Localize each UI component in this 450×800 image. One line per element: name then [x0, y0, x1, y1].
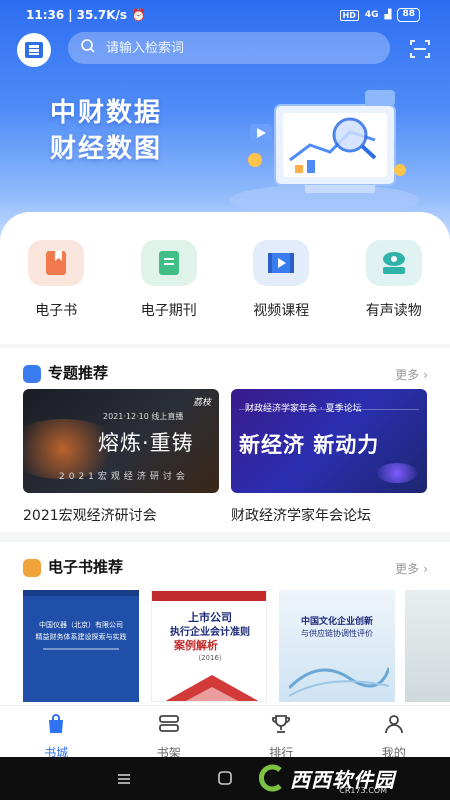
- hd-icon: HD: [339, 9, 359, 21]
- category-label: 有声读物: [365, 303, 422, 319]
- ebook-cover[interactable]: [405, 590, 450, 702]
- banner-title[interactable]: 中财数据 财经数图: [50, 95, 162, 167]
- ebooks-title: 电子书推荐: [48, 558, 124, 576]
- search-icon: [80, 38, 96, 58]
- category-label: 电子书: [35, 303, 78, 319]
- tab-bookshelf[interactable]: 书架: [113, 706, 226, 760]
- journal-icon: [140, 240, 197, 286]
- watermark: 西西软件园 CR173.COM: [258, 760, 395, 796]
- category-grid: 电子书 电子期刊 视频课程 有声读物: [0, 240, 450, 320]
- bag-icon: [44, 712, 68, 740]
- signal-icon: ▟: [384, 10, 392, 20]
- watermark-logo-icon: [259, 764, 282, 792]
- trophy-icon: [269, 712, 293, 740]
- audio-icon: [365, 240, 422, 286]
- category-label: 电子期刊: [140, 303, 197, 319]
- alarm-icon: ⏰: [131, 8, 146, 22]
- tab-bookstore[interactable]: 书城: [0, 706, 113, 760]
- status-time: 11:36: [26, 8, 65, 22]
- chevron-right-icon: ›: [423, 367, 428, 382]
- user-icon: [382, 712, 406, 740]
- ebooks-more-link[interactable]: 更多 ›: [395, 560, 428, 577]
- network-label: 4G: [364, 10, 379, 20]
- topics-more-link[interactable]: 更多 ›: [395, 366, 428, 383]
- tab-ranking[interactable]: 排行: [225, 706, 338, 760]
- topic-card-title: 2021宏观经济研讨会: [23, 508, 157, 524]
- category-label: 视频课程: [253, 303, 310, 319]
- menu-nav-icon[interactable]: [117, 771, 131, 790]
- topic-card-image: 荔枝 2021·12·10 线上直播 熔炼·重铸 2021宏观经济研讨会: [23, 389, 219, 493]
- topic-badge-icon: [23, 365, 41, 383]
- ebook-cover[interactable]: 中国仪器（北京）有限公司 精益财务体系建设探索与实践: [23, 590, 139, 702]
- search-input[interactable]: [106, 40, 346, 56]
- ebook-cover[interactable]: 上市公司 执行企业会计准则 案例解析 （2016）: [151, 590, 267, 702]
- status-speed: 35.7K/s: [76, 8, 128, 22]
- category-ebook[interactable]: 电子书: [0, 240, 113, 320]
- ebooks-section: 电子书推荐 更多 › 中国仪器（北京）有限公司 精益财务体系建设探索与实践 上市…: [0, 542, 450, 705]
- topic-card[interactable]: 荔枝 2021·12·10 线上直播 熔炼·重铸 2021宏观经济研讨会 202…: [23, 389, 219, 525]
- book-icon: [28, 240, 85, 286]
- app-logo-icon[interactable]: [17, 33, 51, 67]
- search-row: [0, 32, 450, 67]
- battery-level: 88: [397, 8, 420, 22]
- search-box[interactable]: [68, 32, 390, 64]
- video-icon: [253, 240, 310, 286]
- ebook-badge-icon: [23, 559, 41, 577]
- banner-illustration: [230, 90, 420, 216]
- scan-icon[interactable]: [408, 37, 432, 61]
- bottom-tab-bar: 书城 书架 排行 我的: [0, 705, 450, 760]
- topic-card-title: 财政经济学家年会论坛: [231, 508, 371, 524]
- status-bar: 11:36 | 35.7K/s ⏰ HD 4G ▟ 88: [0, 0, 450, 30]
- watermark-sub: CR173.COM: [339, 786, 387, 795]
- shelf-icon: [157, 712, 181, 740]
- chevron-right-icon: ›: [423, 561, 428, 576]
- banner-line-2: 财经数图: [50, 134, 163, 164]
- home-nav-icon[interactable]: [217, 770, 233, 790]
- topic-card-image: 财政经济学家年会 · 夏季论坛 新经济 新动力: [231, 389, 427, 493]
- banner-line-1: 中财数据: [50, 98, 163, 128]
- ebooks-header: 电子书推荐 更多 ›: [0, 542, 450, 592]
- topics-title: 专题推荐: [48, 364, 109, 382]
- ebook-cover[interactable]: 中国文化企业创新 与供应链协调性评价: [279, 590, 395, 702]
- topics-section: 专题推荐 更多 › 荔枝 2021·12·10 线上直播 熔炼·重铸 2021宏…: [0, 348, 450, 532]
- category-audio[interactable]: 有声读物: [338, 240, 450, 320]
- category-journal[interactable]: 电子期刊: [113, 240, 226, 320]
- hero-header: 11:36 | 35.7K/s ⏰ HD 4G ▟ 88 请输入检索词 中财数据…: [0, 0, 450, 240]
- tab-mine[interactable]: 我的: [338, 706, 450, 760]
- category-video[interactable]: 视频课程: [225, 240, 338, 320]
- topic-card[interactable]: 财政经济学家年会 · 夏季论坛 新经济 新动力 财政经济学家年会论坛: [231, 389, 427, 525]
